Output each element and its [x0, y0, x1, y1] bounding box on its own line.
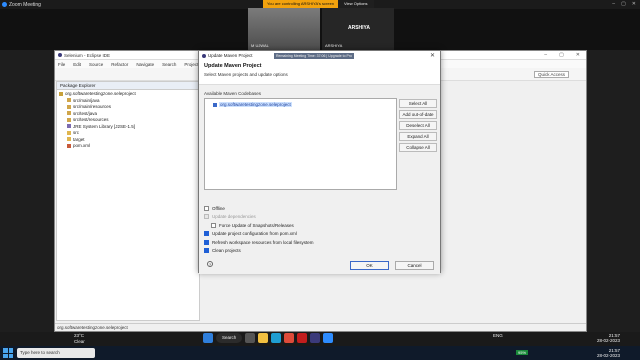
deselect-all-button[interactable]: Deselect All	[399, 121, 437, 130]
checkbox	[204, 214, 209, 220]
view-options-button[interactable]: View Options	[338, 0, 374, 8]
participant-name: M UJWAL	[251, 43, 269, 48]
tree-item[interactable]: pom.xml	[59, 143, 197, 150]
option-update-config[interactable]: Update project configuration from pom.xm…	[204, 230, 314, 239]
option-force-update[interactable]: Force Update of Snapshots/Releases	[204, 221, 314, 230]
chrome-icon[interactable]	[284, 333, 295, 343]
zoom-window-controls: – ▢ ✕	[612, 1, 636, 7]
taskbar-clock[interactable]: 21:57 28-02-2023	[597, 348, 620, 358]
option-offline[interactable]: Offline	[204, 204, 314, 213]
folder-icon	[67, 137, 71, 142]
menu-source[interactable]: Source	[89, 62, 103, 67]
zoom-taskbar-icon[interactable]	[323, 333, 334, 343]
search-pill[interactable]: Search	[216, 333, 243, 343]
dialog-heading: Update Maven Project	[204, 63, 262, 69]
participant-video-arshiya[interactable]: ARSHIYA ARSHIYA	[322, 8, 394, 50]
checkbox-checked[interactable]	[204, 231, 209, 237]
select-all-button[interactable]: Select All	[399, 99, 437, 108]
dialog-header: Update Maven Project Select Maven projec…	[199, 60, 440, 85]
file-explorer-icon[interactable]	[258, 333, 269, 343]
option-refresh-workspace[interactable]: Refresh workspace resources from local f…	[204, 238, 314, 247]
weather-desc: Clear	[74, 339, 85, 344]
menu-search[interactable]: Search	[162, 62, 176, 67]
language-indicator[interactable]: ENG	[493, 333, 503, 338]
quick-access-input[interactable]: Quick Access	[533, 71, 569, 78]
weather-widget[interactable]: 23°C Clear	[74, 333, 85, 345]
participant-video-ujwal[interactable]: M UJWAL	[248, 8, 320, 50]
package-explorer: Package Explorer org.softwaretestingzone…	[56, 81, 200, 321]
project-folder-icon	[59, 91, 63, 96]
eclipse-title: Selenium - Eclipse IDE	[64, 52, 111, 58]
windows-start-icon[interactable]	[203, 333, 213, 343]
package-folder-icon	[67, 117, 71, 122]
cancel-button[interactable]: Cancel	[395, 261, 434, 270]
checkbox-checked[interactable]	[204, 239, 209, 245]
zoom-toolbar-icons: Search	[203, 333, 334, 343]
option-update-dependencies: Update dependencies	[204, 213, 314, 222]
menu-project[interactable]: Project	[184, 62, 198, 67]
library-icon	[67, 124, 71, 129]
taskbar-search-input[interactable]: Type here to search	[17, 348, 95, 358]
help-icon[interactable]: ?	[207, 261, 213, 267]
codebase-item[interactable]: org.softwaretestingzone.seleproject	[213, 102, 292, 107]
windows-taskbar: Type here to search	[0, 346, 640, 360]
edge-icon[interactable]	[271, 333, 282, 343]
eclipse-window-controls: – ▢ ✕	[544, 52, 586, 58]
codebase-label: org.softwaretestingzone.seleproject	[219, 102, 292, 107]
battery-indicator[interactable]: 95%	[516, 350, 529, 355]
ok-button[interactable]: OK	[350, 261, 389, 270]
checkbox[interactable]	[204, 205, 209, 211]
zoom-icon	[2, 2, 7, 7]
video-strip: M UJWAL ARSHIYA ARSHIYA	[248, 8, 394, 50]
update-maven-dialog: Update Maven Project ✕ Remaining Meeting…	[198, 50, 441, 274]
dialog-body: Available Maven Codebases org.softwarete…	[199, 85, 440, 274]
windows-start-icon[interactable]	[3, 348, 13, 358]
menu-navigate[interactable]: Navigate	[136, 62, 154, 67]
checkbox[interactable]	[211, 222, 216, 228]
status-bar: org.softwaretestingzone.seleproject	[55, 323, 586, 331]
menu-refactor[interactable]: Refactor	[111, 62, 128, 67]
participant-big-name: ARSHIYA	[348, 25, 371, 31]
dialog-window-title: Update Maven Project	[208, 53, 253, 58]
package-folder-icon	[67, 111, 71, 116]
eclipse-taskbar-icon[interactable]	[310, 333, 321, 343]
zoom-title: Zoom Meeting	[9, 1, 41, 8]
remote-control-banner: You are controlling ARSHIYA's screen Vie…	[263, 0, 374, 8]
close-icon[interactable]: ✕	[632, 1, 636, 7]
codebase-actions: Select All Add out-of-date Deselect All …	[399, 99, 437, 154]
eclipse-icon	[202, 53, 206, 58]
package-folder-icon	[67, 104, 71, 109]
folder-icon	[67, 130, 71, 135]
collapse-all-button[interactable]: Collapse All	[399, 143, 437, 152]
available-codebases-label: Available Maven Codebases	[204, 91, 261, 96]
zoom-clock: 21:57 28-02-2023	[596, 333, 620, 343]
task-view-icon[interactable]	[245, 333, 256, 343]
close-icon[interactable]: ✕	[430, 52, 435, 59]
update-options: Offline Update dependencies Force Update…	[204, 204, 314, 255]
eclipse-icon	[58, 53, 62, 57]
minimize-icon[interactable]: –	[544, 52, 547, 58]
participant-name: ARSHIYA	[325, 43, 343, 48]
maximize-icon[interactable]: ▢	[559, 52, 564, 58]
option-clean-projects[interactable]: Clean projects	[204, 247, 314, 256]
expand-all-button[interactable]: Expand All	[399, 132, 437, 141]
dialog-subheading: Select Maven projects and update options	[204, 72, 288, 77]
package-folder-icon	[67, 98, 71, 103]
package-explorer-title[interactable]: Package Explorer	[57, 82, 199, 90]
remote-control-message: You are controlling ARSHIYA's screen	[263, 0, 339, 8]
maximize-icon[interactable]: ▢	[621, 1, 626, 7]
meeting-time-tooltip: Remaining Meeting Time: 37:06 | Upgrade …	[274, 53, 355, 59]
acrobat-icon[interactable]	[297, 333, 308, 343]
menu-edit[interactable]: Edit	[73, 62, 81, 67]
xml-file-icon	[67, 143, 71, 148]
codebase-checkbox[interactable]	[213, 102, 217, 107]
menu-file[interactable]: File	[58, 62, 65, 67]
add-out-of-date-button[interactable]: Add out-of-date	[399, 110, 437, 119]
close-icon[interactable]: ✕	[576, 52, 580, 58]
checkbox-checked[interactable]	[204, 248, 209, 254]
codebase-list[interactable]: org.softwaretestingzone.seleproject	[204, 98, 397, 190]
minimize-icon[interactable]: –	[612, 1, 615, 7]
